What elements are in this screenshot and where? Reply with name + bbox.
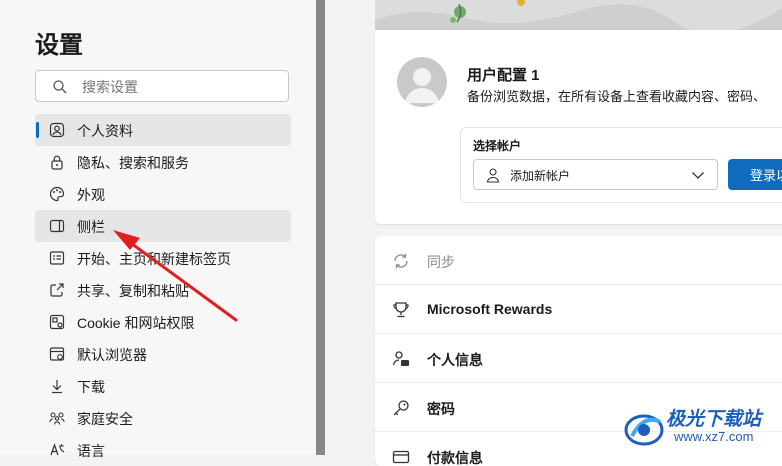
person-icon — [486, 168, 500, 183]
browser-icon — [49, 347, 65, 361]
row-label: 同步 — [427, 254, 455, 270]
nav-item-cookies[interactable]: Cookie 和网站权限 — [35, 306, 291, 338]
nav-item-default-browser[interactable]: 默认浏览器 — [35, 338, 291, 370]
trophy-icon — [393, 302, 409, 318]
nav-label: 共享、复制和粘贴 — [77, 283, 189, 299]
row-label: Microsoft Rewards — [427, 301, 553, 317]
avatar[interactable] — [397, 57, 447, 107]
row-microsoft-rewards[interactable]: Microsoft Rewards — [375, 285, 782, 334]
sync-icon — [394, 253, 408, 269]
nav-label: 隐私、搜索和服务 — [77, 155, 189, 171]
watermark-name: 极光下载站 — [666, 409, 762, 430]
row-label: 密码 — [427, 401, 455, 417]
nav-label: 家庭安全 — [77, 411, 133, 427]
account-select-value: 添加新帐户 — [510, 169, 571, 183]
account-label: 选择帐户 — [473, 139, 522, 153]
chevron-down-icon — [692, 172, 704, 179]
person-card-icon — [392, 351, 409, 366]
account-chooser: 选择帐户 添加新帐户 登录以 — [460, 127, 782, 203]
sidebar-title: 设置 — [35, 32, 83, 59]
nav-label: 下载 — [77, 379, 105, 395]
row-personal-info[interactable]: 个人信息 — [375, 334, 782, 383]
nav-item-sidebar[interactable]: 侧栏 — [35, 210, 291, 242]
profile-description: 备份浏览数据，在所有设备上查看收藏内容、密码、 — [467, 89, 767, 104]
lock-icon — [51, 155, 63, 170]
profile-banner-image — [375, 0, 782, 30]
row-label: 付款信息 — [427, 450, 483, 466]
nav-label: 默认浏览器 — [77, 347, 147, 363]
search-input[interactable] — [80, 75, 284, 99]
nav-item-profile[interactable]: 个人资料 — [35, 114, 291, 146]
nav-item-language[interactable]: 语言 — [35, 434, 291, 466]
row-sync[interactable]: 同步 — [375, 236, 782, 285]
nav-label: 开始、主页和新建标签页 — [77, 251, 231, 267]
profile-icon — [49, 122, 65, 138]
login-button[interactable]: 登录以 — [728, 159, 782, 190]
watermark-logo-icon — [624, 414, 664, 446]
nav-item-share[interactable]: 共享、复制和粘贴 — [35, 274, 291, 306]
settings-sidebar: 设置 个人资料 隐私、搜索和服务 外观 — [0, 0, 316, 459]
card-icon — [392, 450, 410, 464]
nav-item-start-home[interactable]: 开始、主页和新建标签页 — [35, 242, 291, 274]
nav-label: Cookie 和网站权限 — [77, 315, 195, 331]
download-icon — [52, 380, 62, 394]
key-icon — [393, 400, 409, 416]
share-icon — [50, 283, 64, 297]
language-icon — [50, 443, 65, 456]
active-indicator — [36, 122, 39, 138]
search-icon — [53, 80, 67, 94]
cookie-icon — [49, 314, 65, 330]
watermark-url: www.xz7.com — [674, 429, 754, 444]
search-box[interactable] — [35, 70, 289, 102]
nav-item-downloads[interactable]: 下载 — [35, 370, 291, 402]
nav-label: 侧栏 — [77, 219, 105, 235]
palette-icon — [49, 186, 65, 202]
family-icon — [49, 412, 65, 425]
nav-item-family[interactable]: 家庭安全 — [35, 402, 291, 434]
profile-card: 用户配置 1 备份浏览数据，在所有设备上查看收藏内容、密码、 选择帐户 添加新帐… — [375, 30, 782, 224]
main-content: 用户配置 1 备份浏览数据，在所有设备上查看收藏内容、密码、 选择帐户 添加新帐… — [325, 0, 782, 466]
nav-label: 语言 — [77, 443, 105, 459]
pane-divider[interactable] — [316, 0, 325, 455]
nav-label: 外观 — [77, 187, 105, 203]
home-grid-icon — [49, 251, 65, 265]
account-select[interactable]: 添加新帐户 — [473, 159, 718, 190]
site-watermark: 极光下载站 www.xz7.com — [622, 402, 782, 455]
nav-item-appearance[interactable]: 外观 — [35, 178, 291, 210]
row-label: 个人信息 — [427, 352, 483, 368]
nav-label: 个人资料 — [77, 123, 133, 139]
profile-name: 用户配置 1 — [467, 67, 540, 84]
nav-item-privacy[interactable]: 隐私、搜索和服务 — [35, 146, 291, 178]
sidebar-icon — [49, 219, 65, 233]
